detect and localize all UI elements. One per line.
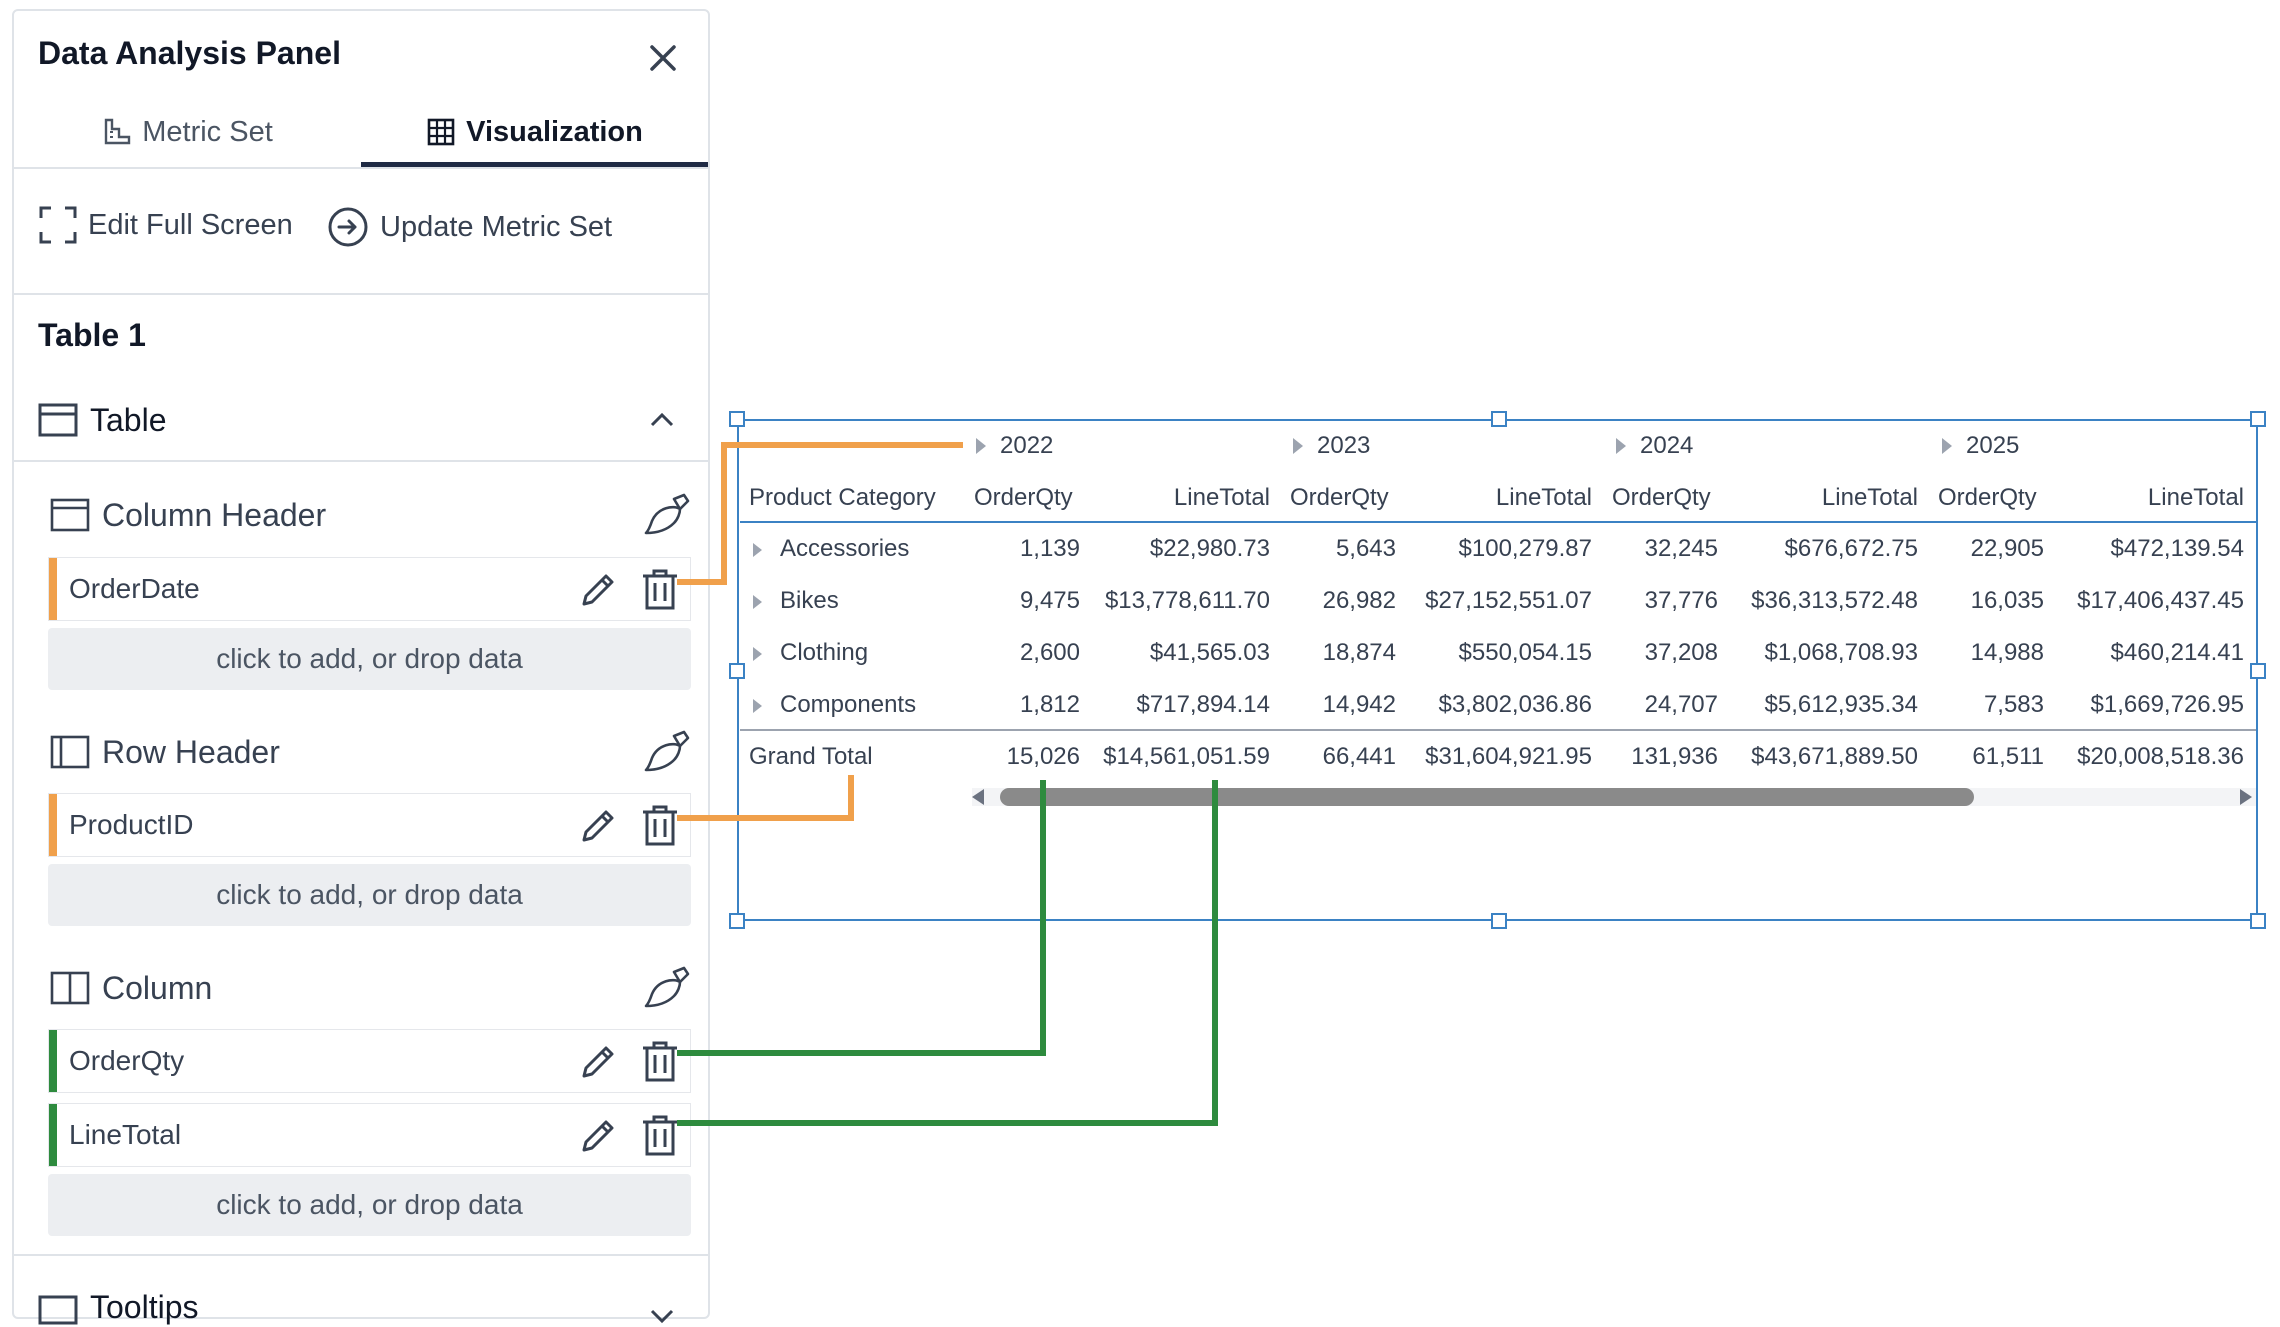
orderdate-connector xyxy=(677,442,963,585)
connector-lines xyxy=(677,442,1218,1126)
linetotal-connector xyxy=(677,780,1218,1126)
chevron-down-icon[interactable] xyxy=(648,1307,676,1327)
productid-connector xyxy=(677,775,854,821)
